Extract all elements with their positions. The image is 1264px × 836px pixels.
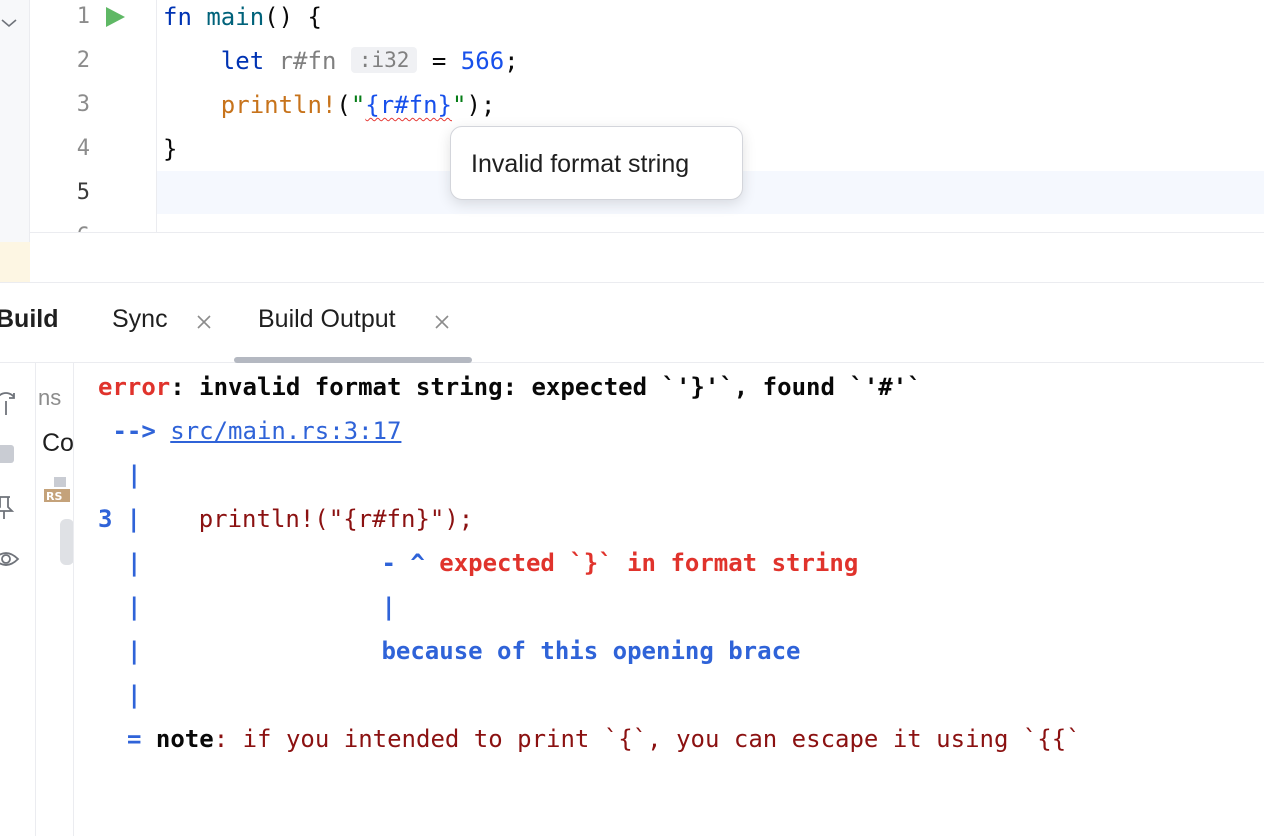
editor-left-strip [0, 0, 30, 282]
tool-window-title: Build [0, 305, 59, 333]
build-tree-pane: ns Co RS [36, 363, 74, 836]
code-line-2[interactable]: let r#fn :i32 = 566; [163, 39, 519, 83]
output-location-line: --> src/main.rs:3:17 [98, 409, 401, 453]
brace-pointer: | [381, 593, 396, 621]
code-line-3[interactable]: println!("{r#fn}"); [163, 83, 496, 127]
gutter-pipe: | [126, 505, 141, 533]
tree-item-partial[interactable]: ns [38, 385, 61, 411]
gutter-pipe: | [127, 549, 142, 577]
close-icon[interactable] [433, 313, 451, 331]
scrollbar[interactable] [60, 519, 73, 565]
string-quote: " [452, 91, 467, 119]
editor-marker-area [0, 242, 30, 282]
code-line-4[interactable]: } [163, 127, 177, 171]
function-name: main [206, 3, 265, 31]
chevron-down-icon[interactable] [0, 14, 18, 32]
location-arrow: --> [98, 417, 171, 445]
line-number-5: 5 [76, 180, 90, 205]
output-code-line: 3 | println!("{r#fn}"); [98, 497, 473, 541]
tree-item-partial[interactable]: Co [42, 429, 73, 458]
string-quote: " [350, 91, 366, 119]
output-note-line: = note: if you intended to print `{`, yo… [98, 717, 1081, 761]
note-message: : if you intended to print `{`, you can … [213, 725, 1081, 753]
code-text: ); [466, 91, 496, 119]
type-hint: :i32 [350, 47, 418, 73]
format-string-error[interactable]: {r#fn} [365, 91, 452, 119]
stop-icon[interactable] [0, 441, 20, 469]
tab-sync[interactable]: Sync [112, 305, 168, 334]
code-line-1[interactable]: fn main() { [163, 0, 322, 39]
output-line-number: 3 [98, 505, 113, 533]
error-message: : invalid format string: expected `'}'`,… [170, 373, 922, 401]
output-caret-line: | - ^ expected `}` in format string [98, 541, 858, 585]
rerun-icon[interactable] [0, 389, 20, 417]
number-literal: 566 [460, 47, 505, 75]
keyword: let [220, 47, 265, 75]
gutter-pipe: | [127, 637, 142, 665]
tool-window-side-toolbar [0, 363, 36, 836]
note-label: note [155, 725, 214, 753]
close-icon[interactable] [195, 313, 213, 331]
output-because-line: | because of this opening brace [98, 629, 800, 673]
run-icon[interactable] [103, 5, 127, 29]
build-output-console[interactable]: error: invalid format string: expected `… [98, 365, 1081, 753]
gutter-divider [156, 0, 157, 232]
code-text: () { [264, 3, 322, 31]
gutter-pipe: | [127, 461, 142, 489]
line-number-2: 2 [76, 48, 90, 73]
editor-bottom-border [30, 232, 1264, 233]
keyword: fn [163, 3, 192, 31]
svg-text:RS: RS [46, 490, 62, 503]
gutter-pipe: | [127, 681, 142, 709]
tool-window-tab-bar: Build Sync Build Output [0, 283, 1264, 363]
line-number-6-partial: 6 [30, 215, 90, 233]
caret-message: expected `}` in format string [439, 549, 859, 577]
macro-name: println! [220, 91, 337, 119]
code-text: ; [504, 47, 519, 75]
line-number-1: 1 [76, 4, 90, 29]
output-error-line: error: invalid format string: expected `… [98, 365, 922, 409]
brace-explanation: because of this opening brace [381, 637, 801, 665]
caret-marker: - ^ [381, 549, 440, 577]
output-pipe-line: | [98, 673, 141, 717]
tab-build-output[interactable]: Build Output [258, 305, 396, 334]
line-number-4: 4 [76, 136, 90, 161]
rust-file-icon: RS [44, 477, 70, 503]
gutter-pipe: | [127, 593, 142, 621]
code-text: = [417, 47, 461, 75]
output-subpipe-line: | | [98, 585, 396, 629]
code-text: ( [336, 91, 351, 119]
code-editor[interactable]: 1 2 3 4 5 6 fn main() { let r#fn :i32 = … [0, 0, 1264, 282]
output-pipe-line: | [98, 453, 141, 497]
pin-icon[interactable] [0, 493, 20, 521]
note-equals: = [127, 725, 156, 753]
active-tab-indicator [234, 357, 472, 363]
build-tool-window: Build Sync Build Output ns Co RS error: … [0, 282, 1264, 836]
variable-name: r#fn [264, 47, 337, 75]
eye-icon[interactable] [0, 545, 20, 573]
source-location-link[interactable]: src/main.rs:3:17 [170, 417, 401, 445]
output-code-snippet: println!("{r#fn}"); [140, 505, 474, 533]
line-number-3: 3 [76, 92, 90, 117]
error-label: error [98, 373, 171, 401]
error-tooltip: Invalid format string [450, 126, 743, 200]
